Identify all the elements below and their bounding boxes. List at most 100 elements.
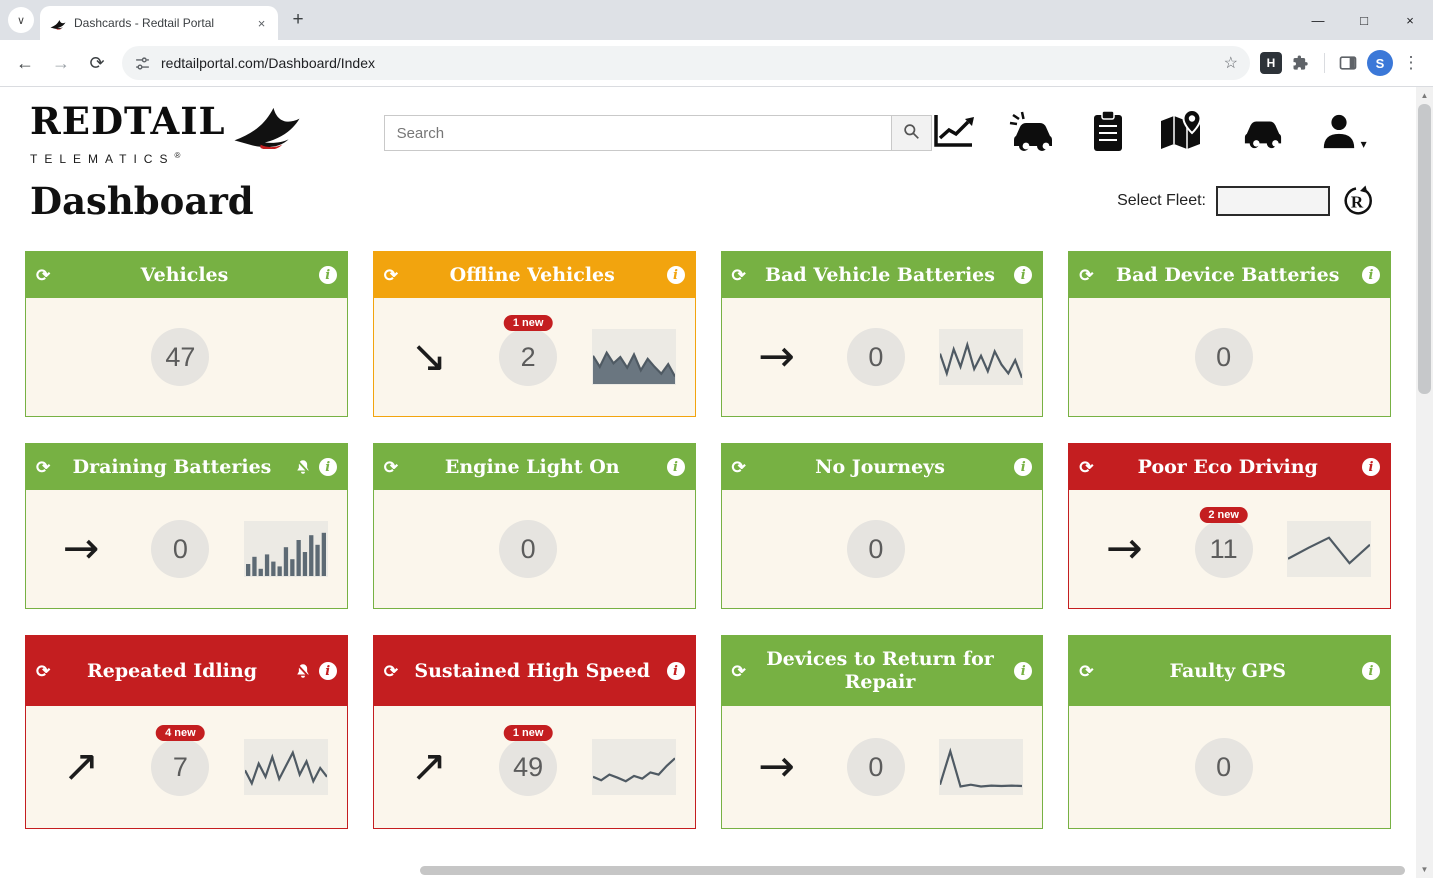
bell-muted-icon[interactable] <box>294 458 312 476</box>
dashcard-header: ⟳ Devices to Return for Repair i <box>722 636 1043 706</box>
dashcard-body[interactable]: ↗ 1 new 49 <box>374 706 695 828</box>
dashcard-header: ⟳ No Journeys i <box>722 444 1043 490</box>
refresh-icon[interactable]: ⟳ <box>1079 663 1093 680</box>
sparkline-chart <box>939 329 1023 385</box>
trend-arrow-icon: → <box>758 745 795 789</box>
new-badge: 1 new <box>504 315 553 331</box>
dashcard-title: Offline Vehicles <box>406 264 659 287</box>
fleet-refresh-button[interactable]: R <box>1340 184 1374 218</box>
vehicles-icon[interactable] <box>1238 111 1288 151</box>
card-value: 0 <box>847 328 905 386</box>
vertical-scrollbar[interactable]: ▲ ▼ <box>1416 87 1433 878</box>
browser-toolbar: ← → ⟳ redtailportal.com/Dashboard/Index … <box>0 40 1433 87</box>
url-text[interactable]: redtailportal.com/Dashboard/Index <box>161 55 1210 71</box>
info-icon[interactable]: i <box>667 662 685 680</box>
profile-avatar[interactable]: S <box>1367 50 1393 76</box>
info-icon[interactable]: i <box>1362 458 1380 476</box>
dashcard: ⟳ Sustained High Speed i ↗ 1 new 49 <box>373 635 696 829</box>
new-tab-button[interactable]: + <box>284 6 312 34</box>
dashcard-title: Sustained High Speed <box>406 660 659 683</box>
bell-muted-icon[interactable] <box>294 662 312 680</box>
refresh-icon[interactable]: ⟳ <box>1079 267 1093 284</box>
dashcard-body[interactable]: ↘ 1 new 2 <box>374 298 695 416</box>
info-icon[interactable]: i <box>1362 266 1380 284</box>
dashcard-body[interactable]: 47 <box>26 298 347 416</box>
refresh-icon[interactable]: ⟳ <box>36 267 50 284</box>
refresh-icon[interactable]: ⟳ <box>36 663 50 680</box>
dashcard-body[interactable]: 0 <box>722 490 1043 608</box>
dashcard-title: Engine Light On <box>406 456 659 479</box>
account-caret-icon: ▾ <box>1361 137 1367 151</box>
refresh-icon[interactable]: ⟳ <box>1079 459 1093 476</box>
fleet-select-input[interactable] <box>1216 186 1330 216</box>
dashcard-body[interactable]: → 2 new 11 <box>1069 490 1390 608</box>
refresh-icon[interactable]: ⟳ <box>384 663 398 680</box>
dashcard-body[interactable]: → 0 <box>26 490 347 608</box>
info-icon[interactable]: i <box>319 662 337 680</box>
vehicle-events-icon[interactable] <box>1008 110 1058 152</box>
card-value: 49 <box>499 738 557 796</box>
info-icon[interactable]: i <box>1014 266 1032 284</box>
refresh-icon[interactable]: ⟳ <box>732 459 746 476</box>
tab-search-button[interactable]: ∨ <box>8 7 34 33</box>
vertical-scrollbar-thumb[interactable] <box>1418 104 1431 394</box>
redtail-logo[interactable]: REDTAIL TELEMATICS® <box>30 103 304 166</box>
dashcard-body[interactable]: → 0 <box>722 298 1043 416</box>
page: REDTAIL TELEMATICS® <box>0 87 1433 878</box>
refresh-icon[interactable]: ⟳ <box>732 663 746 680</box>
tasks-icon[interactable] <box>1090 109 1126 153</box>
browser-menu-icon[interactable]: ⋮ <box>1399 53 1423 73</box>
browser-tab[interactable]: Dashcards - Redtail Portal × <box>40 6 278 40</box>
info-icon[interactable]: i <box>667 458 685 476</box>
close-icon[interactable]: × <box>1387 0 1433 40</box>
info-icon[interactable]: i <box>1014 458 1032 476</box>
card-value: 11 <box>1195 520 1253 578</box>
refresh-icon[interactable]: ⟳ <box>36 459 50 476</box>
sparkline-chart <box>592 329 676 385</box>
title-row: Dashboard Select Fleet: R <box>0 169 1416 223</box>
window-controls: — □ × <box>1295 0 1433 40</box>
info-icon[interactable]: i <box>1014 662 1032 680</box>
site-info-icon[interactable] <box>134 55 151 72</box>
refresh-icon[interactable]: ⟳ <box>384 459 398 476</box>
side-panel-icon[interactable] <box>1335 50 1361 76</box>
dashcard-header: ⟳ Bad Device Batteries i <box>1069 252 1390 298</box>
info-icon[interactable]: i <box>319 458 337 476</box>
search-input[interactable] <box>384 115 892 151</box>
dashcard-body[interactable]: ↗ 4 new 7 <box>26 706 347 828</box>
dashcard: ⟳ Poor Eco Driving i → 2 new 11 <box>1068 443 1391 609</box>
forward-icon[interactable]: → <box>46 48 76 78</box>
dashcard: ⟳ Repeated Idling i ↗ 4 new 7 <box>25 635 348 829</box>
scroll-down-icon[interactable]: ▼ <box>1416 861 1433 878</box>
tab-close-icon[interactable]: × <box>253 15 270 32</box>
dashcard-header: ⟳ Sustained High Speed i <box>374 636 695 706</box>
dashcard-body[interactable]: 0 <box>1069 706 1390 828</box>
dashcard-body[interactable]: 0 <box>374 490 695 608</box>
url-bar[interactable]: redtailportal.com/Dashboard/Index ☆ <box>122 46 1250 80</box>
info-icon[interactable]: i <box>667 266 685 284</box>
info-icon[interactable]: i <box>1362 662 1380 680</box>
trend-arrow-icon: → <box>63 527 100 571</box>
extensions-puzzle-icon[interactable] <box>1288 50 1314 76</box>
maximize-icon[interactable]: □ <box>1341 0 1387 40</box>
refresh-icon[interactable]: ⟳ <box>732 267 746 284</box>
new-badge: 1 new <box>504 725 553 741</box>
dashcard-body[interactable]: → 0 <box>722 706 1043 828</box>
dashcard-header: ⟳ Engine Light On i <box>374 444 695 490</box>
dashcard-title: Repeated Idling <box>58 660 286 683</box>
scroll-up-icon[interactable]: ▲ <box>1416 87 1433 104</box>
minimize-icon[interactable]: — <box>1295 0 1341 40</box>
map-icon[interactable] <box>1158 109 1206 153</box>
bookmark-icon[interactable]: ☆ <box>1220 53 1242 73</box>
search-button[interactable] <box>892 115 932 151</box>
refresh-icon[interactable]: ⟳ <box>384 267 398 284</box>
horizontal-scrollbar-thumb[interactable] <box>420 866 1405 875</box>
extension-h-icon[interactable]: H <box>1260 52 1282 74</box>
reload-icon[interactable]: ⟳ <box>82 48 112 78</box>
dashcard-body[interactable]: 0 <box>1069 298 1390 416</box>
back-icon[interactable]: ← <box>10 48 40 78</box>
account-icon[interactable]: ▾ <box>1320 111 1367 151</box>
info-icon[interactable]: i <box>319 266 337 284</box>
trend-arrow-icon: ↗ <box>410 745 447 789</box>
reports-icon[interactable] <box>932 111 976 151</box>
